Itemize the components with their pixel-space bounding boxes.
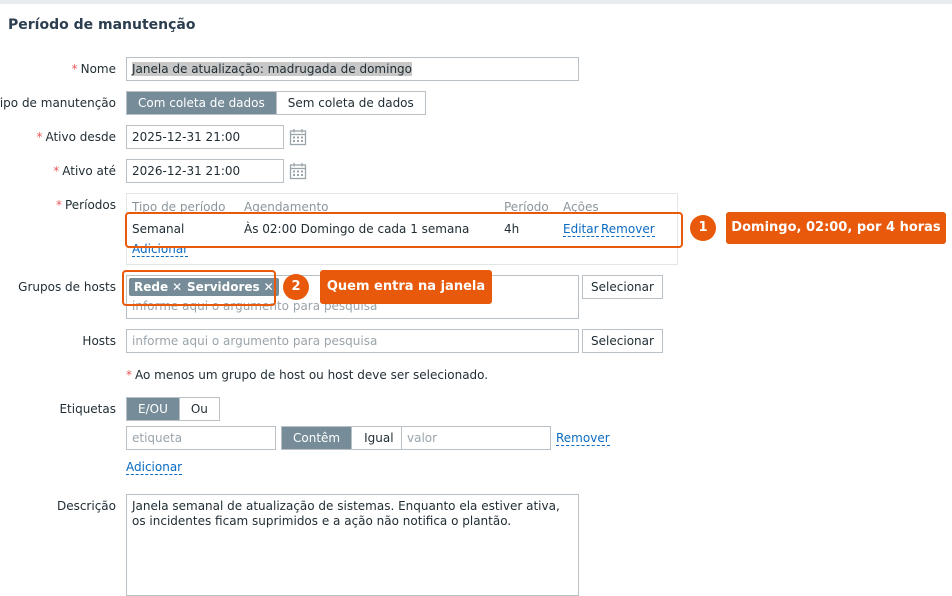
page-title: Período de manutenção bbox=[8, 17, 196, 33]
annotation-callout-1: Domingo, 02:00, por 4 horas bbox=[726, 212, 946, 244]
add-tag-link[interactable]: Adicionar bbox=[126, 460, 183, 475]
tag-operator-toggle: Contêm Igual bbox=[281, 426, 407, 450]
tag-name-input[interactable]: etiqueta bbox=[126, 426, 276, 450]
tag-value-input[interactable]: valor bbox=[401, 426, 551, 450]
name-label: * Nome bbox=[71, 62, 116, 76]
active-till-label: * Ativo até bbox=[53, 164, 116, 178]
option-without-data-collection[interactable]: Sem coleta de dados bbox=[275, 92, 425, 114]
active-since-input[interactable]: 2025-12-31 21:00 bbox=[126, 125, 284, 149]
option-equals[interactable]: Igual bbox=[351, 427, 406, 449]
option-contains[interactable]: Contêm bbox=[282, 427, 352, 449]
calendar-icon[interactable] bbox=[289, 162, 307, 180]
annotation-number-2: 2 bbox=[283, 274, 309, 300]
tags-label: Etiquetas bbox=[59, 402, 116, 416]
host-groups-select-button[interactable]: Selecionar bbox=[582, 275, 663, 299]
periods-label: * Períodos bbox=[55, 198, 116, 212]
option-and-or[interactable]: E/OU bbox=[127, 398, 179, 420]
active-since-label: * Ativo desde bbox=[36, 130, 116, 144]
maintenance-type-label: Tipo de manutenção bbox=[0, 96, 116, 110]
calendar-icon[interactable] bbox=[289, 128, 307, 146]
option-or[interactable]: Ou bbox=[178, 398, 219, 420]
annotation-highlight-2 bbox=[122, 270, 276, 306]
host-groups-label: Grupos de hosts bbox=[18, 280, 116, 294]
annotation-callout-2: Quem entra na janela bbox=[320, 270, 492, 304]
tags-evaluation-toggle: E/OU Ou bbox=[126, 397, 220, 421]
name-input[interactable]: Janela de atualização: madrugada de domi… bbox=[126, 57, 579, 81]
hosts-select-button[interactable]: Selecionar bbox=[582, 329, 663, 353]
annotation-highlight-1 bbox=[125, 212, 683, 248]
hosts-label: Hosts bbox=[82, 334, 116, 348]
description-label: Descrição bbox=[56, 499, 116, 513]
top-bar bbox=[0, 0, 952, 4]
option-with-data-collection[interactable]: Com coleta de dados bbox=[127, 92, 276, 114]
description-textarea[interactable]: Janela semanal de atualização de sistema… bbox=[126, 494, 579, 596]
remove-tag-link[interactable]: Remover bbox=[556, 431, 610, 446]
active-till-input[interactable]: 2026-12-31 21:00 bbox=[126, 159, 284, 183]
annotation-number-1: 1 bbox=[690, 215, 716, 241]
required-note: * Ao menos um grupo de host ou host deve … bbox=[126, 368, 489, 382]
hosts-input[interactable]: informe aqui o argumento para pesquisa bbox=[126, 329, 579, 353]
maintenance-type-toggle: Com coleta de dados Sem coleta de dados bbox=[126, 91, 426, 115]
